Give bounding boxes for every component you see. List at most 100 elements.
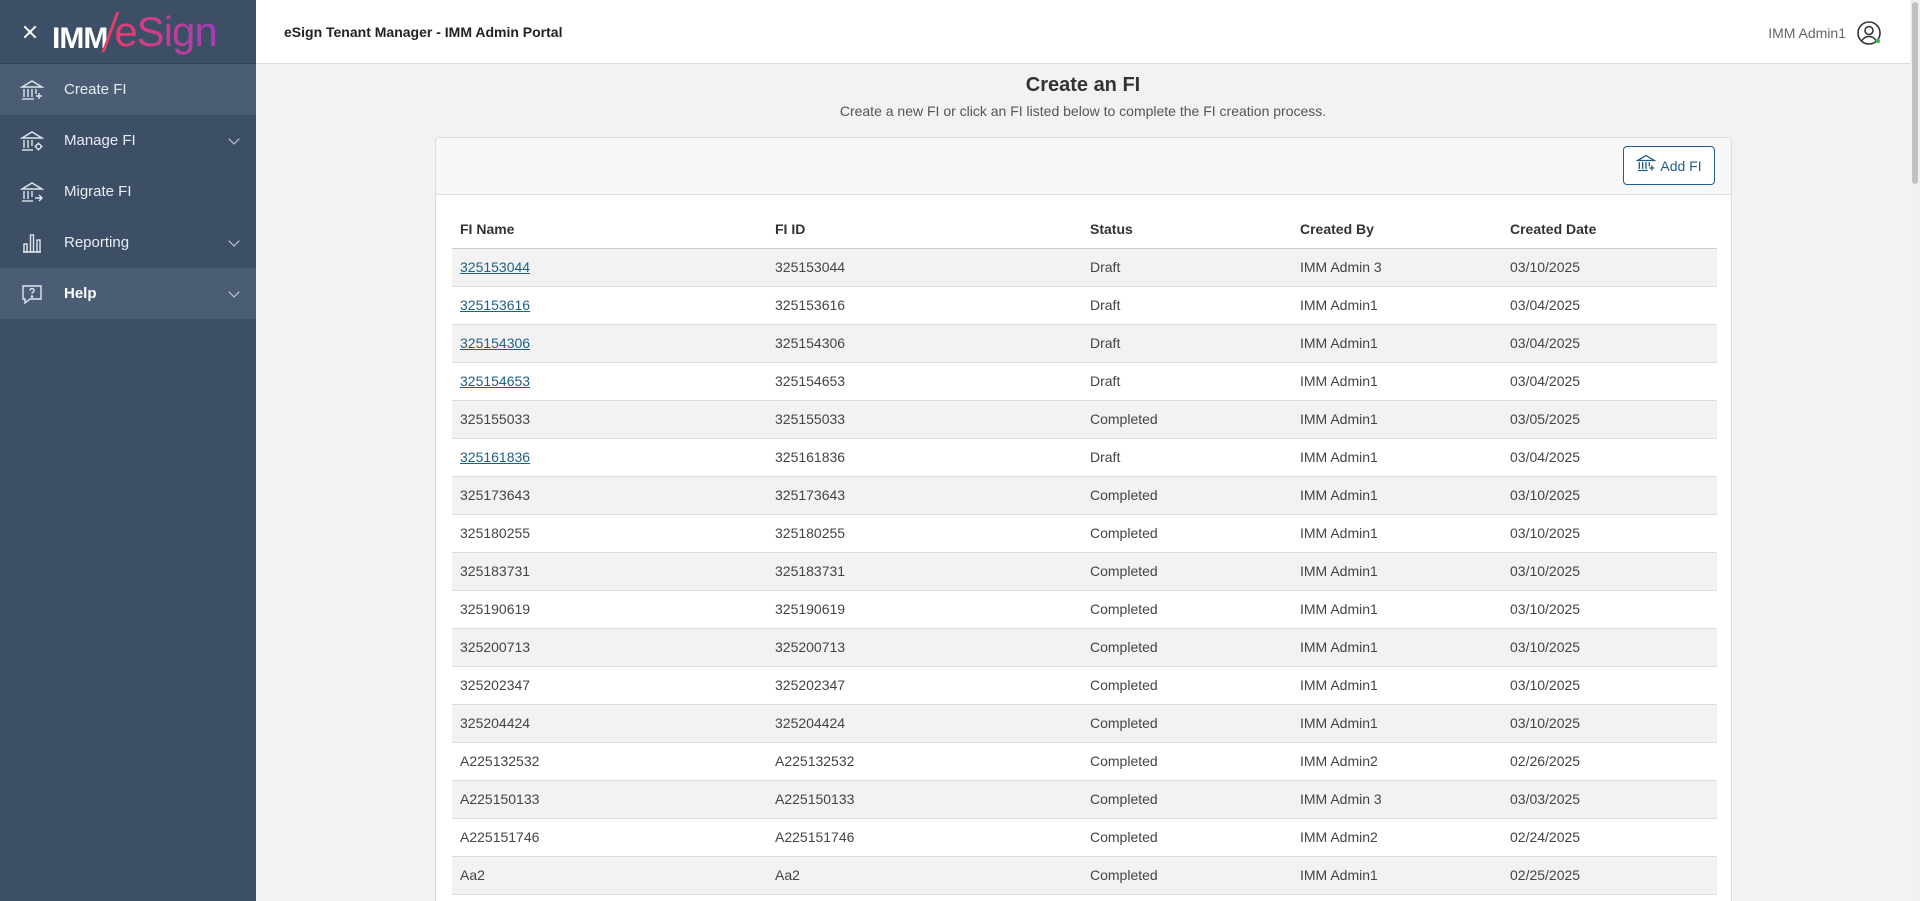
brand-bar: IMM eSign: [0, 0, 256, 64]
cell-fi-name: 325153616: [452, 286, 767, 325]
table-row: A225132532 A225132532 Completed IMM Admin2 0…: [452, 742, 1717, 781]
cell-created-date: 03/10/2025: [1502, 248, 1717, 287]
sidebar-item-label: Manage FI: [64, 132, 136, 149]
cell-fi-id: 325155033: [767, 400, 1082, 439]
cell-created-by: IMM Admin1: [1292, 400, 1502, 439]
user-avatar-icon[interactable]: [1856, 20, 1882, 46]
cell-status: Completed: [1082, 704, 1292, 743]
table-row: 325173643 325173643 Completed IMM Admin1 03/…: [452, 476, 1717, 515]
cell-created-by: IMM Admin1: [1292, 362, 1502, 401]
cell-created-by: IMM Admin1: [1292, 476, 1502, 515]
cell-created-date: 03/10/2025: [1502, 552, 1717, 591]
fi-name-link[interactable]: 325153616: [460, 297, 530, 313]
cell-created-by: IMM Admin1: [1292, 514, 1502, 553]
cell-created-date: 03/10/2025: [1502, 666, 1717, 705]
user-menu[interactable]: IMM Admin1: [1768, 20, 1882, 46]
cell-status: Completed: [1082, 628, 1292, 667]
table-row: A225151746 A225151746 Completed IMM Admin2 0…: [452, 818, 1717, 857]
table-body: 325153044 325153044 Draft IMM Admin 3 03/10/…: [452, 248, 1717, 895]
table-row: Aa2 Aa2 Completed IMM Admin1 02/25/2025: [452, 856, 1717, 895]
logo: IMM eSign: [52, 7, 218, 56]
table-row: 325183731 325183731 Completed IMM Admin1 03/…: [452, 552, 1717, 591]
table-header-row: FI Name FI ID Status Created By Created …: [452, 210, 1717, 249]
chevron-down-icon: [228, 235, 240, 247]
table-row: 325190619 325190619 Completed IMM Admin1 03/…: [452, 590, 1717, 629]
chevron-down-icon: [228, 286, 240, 298]
page-subtitle: Create a new FI or click an FI listed be…: [839, 103, 1327, 119]
fi-name-link[interactable]: 325154653: [460, 373, 530, 389]
user-name: IMM Admin1: [1768, 25, 1846, 41]
column-header-fi-id[interactable]: FI ID: [767, 210, 1082, 249]
table-row: 325202347 325202347 Completed IMM Admin1 03/…: [452, 666, 1717, 705]
sidebar-item-label: Migrate FI: [64, 183, 132, 200]
cell-fi-name: A225132532: [452, 742, 767, 781]
fi-name-link[interactable]: 325154306: [460, 335, 530, 351]
cell-fi-name: 325155033: [452, 400, 767, 439]
column-header-status[interactable]: Status: [1082, 210, 1292, 249]
cell-created-by: IMM Admin1: [1292, 856, 1502, 895]
cell-created-date: 03/10/2025: [1502, 704, 1717, 743]
cell-fi-name: 325154306: [452, 324, 767, 363]
cell-status: Completed: [1082, 590, 1292, 629]
fi-name-link[interactable]: 325161836: [460, 449, 530, 465]
column-header-fi-name[interactable]: FI Name: [452, 210, 767, 249]
sidebar-item-help[interactable]: Help: [0, 268, 256, 319]
cell-status: Completed: [1082, 856, 1292, 895]
cell-status: Draft: [1082, 438, 1292, 477]
chevron-down-icon: [228, 133, 240, 145]
bank-add-icon: [1635, 153, 1658, 178]
sidebar-item-create-fi[interactable]: Create FI: [0, 64, 256, 115]
table-row: 325153044 325153044 Draft IMM Admin 3 03/10/…: [452, 248, 1717, 287]
cell-fi-id: 325190619: [767, 590, 1082, 629]
cell-status: Draft: [1082, 324, 1292, 363]
table-row: 325154653 325154653 Draft IMM Admin1 03/04/2…: [452, 362, 1717, 401]
fi-name-link[interactable]: 325153044: [460, 259, 530, 275]
cell-created-date: 03/10/2025: [1502, 514, 1717, 553]
sidebar-item-reporting[interactable]: Reporting: [0, 217, 256, 268]
cell-created-by: IMM Admin2: [1292, 818, 1502, 857]
cell-fi-id: 325200713: [767, 628, 1082, 667]
help-icon: [20, 282, 44, 306]
cell-status: Completed: [1082, 514, 1292, 553]
scrollbar-thumb[interactable]: [1912, 2, 1918, 184]
close-icon[interactable]: [20, 22, 40, 42]
page-title: Create an FI: [1025, 74, 1141, 96]
table-row: 325155033 325155033 Completed IMM Admin1 03/…: [452, 400, 1717, 439]
cell-created-date: 03/04/2025: [1502, 362, 1717, 401]
column-header-created-by[interactable]: Created By: [1292, 210, 1502, 249]
cell-created-by: IMM Admin 3: [1292, 780, 1502, 819]
bar-chart-icon: [20, 231, 44, 255]
cell-fi-name: 325190619: [452, 590, 767, 629]
bank-add-icon: [20, 78, 44, 102]
cell-fi-name: 325161836: [452, 438, 767, 477]
cell-status: Draft: [1082, 362, 1292, 401]
sidebar-item-manage-fi[interactable]: Manage FI: [0, 115, 256, 166]
cell-fi-name: Aa2: [452, 856, 767, 895]
cell-created-by: IMM Admin2: [1292, 742, 1502, 781]
cell-status: Completed: [1082, 476, 1292, 515]
cell-fi-name: A225151746: [452, 818, 767, 857]
cell-created-by: IMM Admin1: [1292, 704, 1502, 743]
cell-fi-id: A225150133: [767, 780, 1082, 819]
cell-created-by: IMM Admin1: [1292, 628, 1502, 667]
table-row: 325180255 325180255 Completed IMM Admin1 03/…: [452, 514, 1717, 553]
fi-list-card: Add FI FI Name FI ID Status Created By C…: [435, 137, 1732, 901]
cell-created-date: 03/03/2025: [1502, 780, 1717, 819]
cell-status: Draft: [1082, 286, 1292, 325]
logo-esign: eSign: [114, 7, 217, 55]
page-scrollbar[interactable]: [1910, 0, 1920, 901]
cell-status: Completed: [1082, 552, 1292, 591]
cell-fi-id: 325153616: [767, 286, 1082, 325]
fi-table: FI Name FI ID Status Created By Created …: [452, 210, 1717, 895]
cell-fi-name: 325202347: [452, 666, 767, 705]
cell-fi-id: 325173643: [767, 476, 1082, 515]
cell-created-date: 03/05/2025: [1502, 400, 1717, 439]
cell-fi-id: A225151746: [767, 818, 1082, 857]
sidebar: IMM eSign Create FI Manage FI Migrate FI…: [0, 0, 256, 901]
cell-fi-id: 325154306: [767, 324, 1082, 363]
sidebar-item-migrate-fi[interactable]: Migrate FI: [0, 166, 256, 217]
add-fi-button[interactable]: Add FI: [1623, 146, 1715, 185]
table-row: 325161836 325161836 Draft IMM Admin1 03/04/2…: [452, 438, 1717, 477]
column-header-created-date[interactable]: Created Date: [1502, 210, 1717, 249]
cell-status: Completed: [1082, 666, 1292, 705]
